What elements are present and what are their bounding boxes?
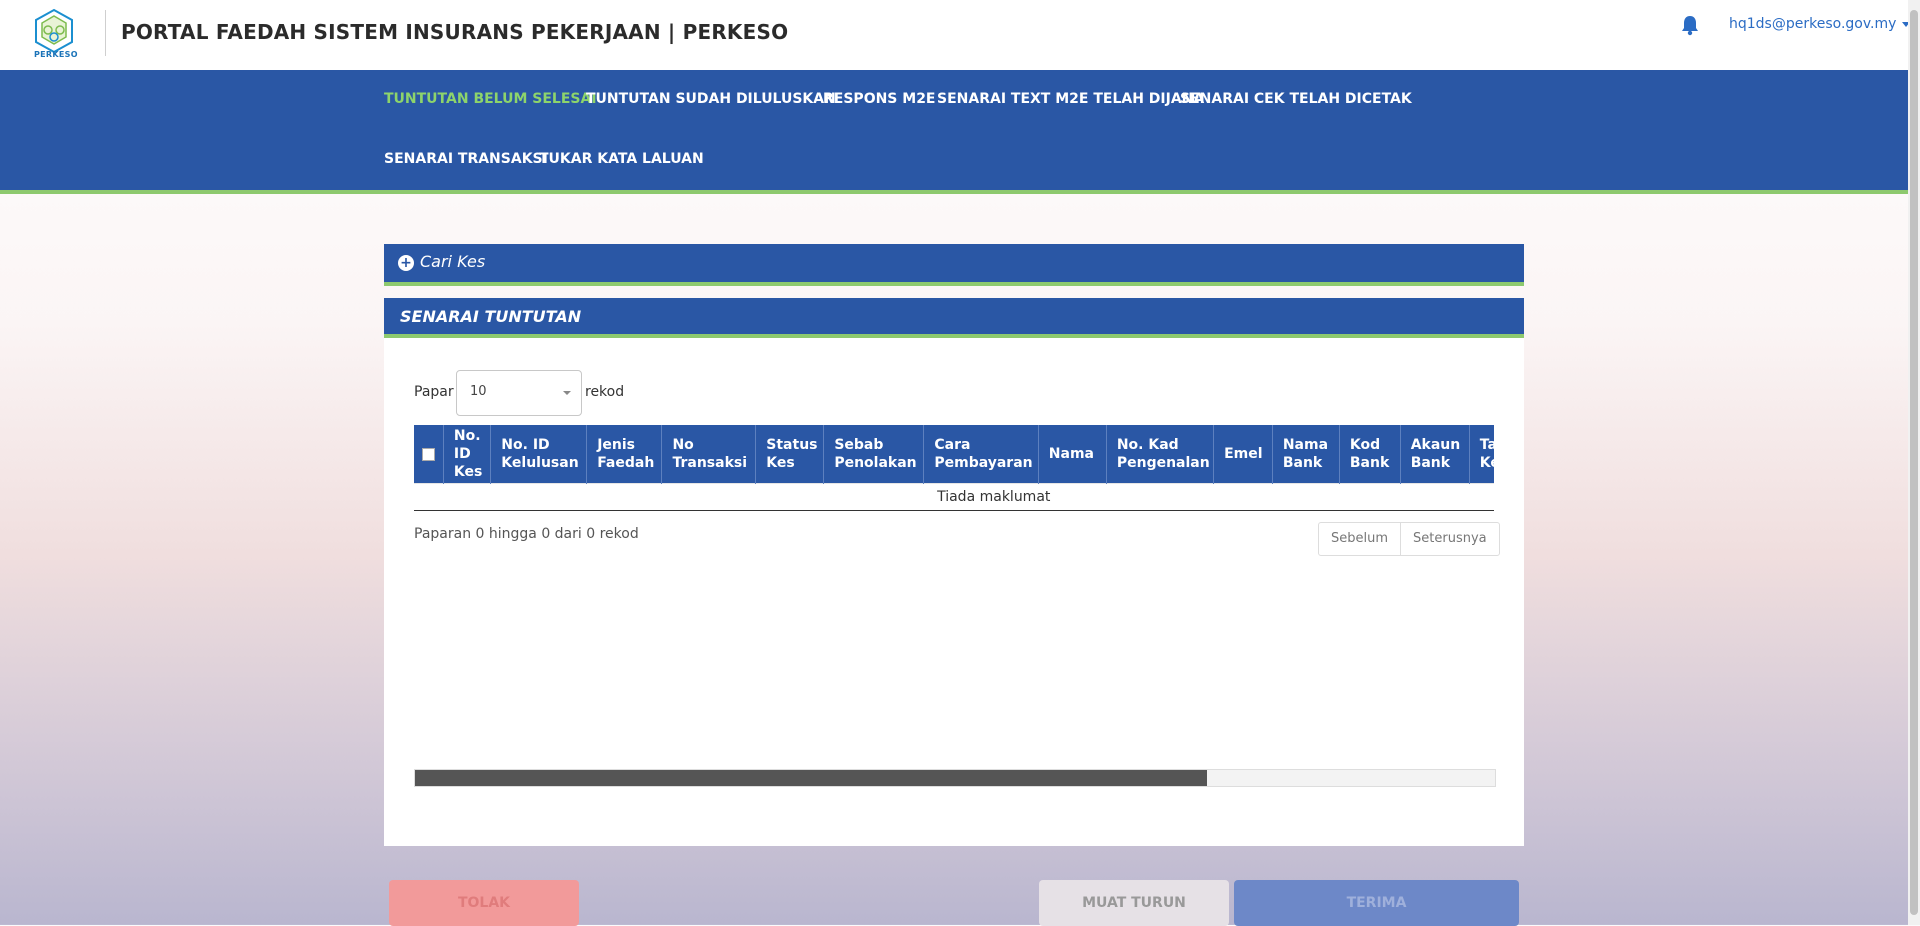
reject-button[interactable]: TOLAK <box>389 880 579 926</box>
page-vertical-scrollbar[interactable] <box>1908 0 1920 925</box>
vertical-scroll-thumb[interactable] <box>1910 10 1918 915</box>
select-all-header <box>414 425 444 484</box>
col-cara-pembayaran[interactable]: Cara Pembayaran <box>923 425 1039 484</box>
pagination: Sebelum Seterusnya <box>1318 522 1500 556</box>
search-panel-toggle[interactable]: + Cari Kes <box>384 244 1524 286</box>
horizontal-scroll-thumb[interactable] <box>415 770 1207 786</box>
col-no-id-kes[interactable]: No. ID Kes <box>443 425 492 484</box>
logo-text: PERKESO <box>34 50 78 59</box>
nav-item-senarai-transaksi[interactable]: SENARAI TRANSAKSI <box>384 151 548 167</box>
col-akaun-bank[interactable]: Akaun Bank <box>1400 425 1470 484</box>
col-nama[interactable]: Nama <box>1038 425 1107 484</box>
download-button[interactable]: MUAT TURUN <box>1039 880 1229 926</box>
claims-table-wrapper: No. ID Kes No. ID Kelulusan Jenis Faedah… <box>414 425 1494 511</box>
col-no-transaksi[interactable]: No Transaksi <box>661 425 757 484</box>
table-row: Tiada maklumat <box>414 483 1494 511</box>
nav-item-tuntutan-sudah-diluluskan[interactable]: TUNTUTAN SUDAH DILULUSKAN <box>586 91 836 107</box>
chevron-down-icon <box>563 391 571 395</box>
col-sebab-penolakan[interactable]: Sebab Penolakan <box>823 425 925 484</box>
col-nama-bank[interactable]: Nama Bank <box>1272 425 1340 484</box>
accept-button[interactable]: TERIMA <box>1234 880 1519 926</box>
list-panel: Papar 10 rekod No. ID Kes No. ID Kelulus… <box>384 338 1524 846</box>
page-title: PORTAL FAEDAH SISTEM INSURANS PEKERJAAN … <box>121 20 789 44</box>
col-no-id-kelulusan[interactable]: No. ID Kelulusan <box>490 425 588 484</box>
page-length-select[interactable]: 10 <box>456 370 582 416</box>
next-page-button[interactable]: Seterusnya <box>1400 523 1499 555</box>
col-status-kes[interactable]: Status Kes <box>755 425 825 484</box>
list-title: SENARAI TUNTUTAN <box>400 307 582 326</box>
user-email: hq1ds@perkeso.gov.my <box>1729 16 1897 32</box>
nav-item-senarai-text-m2e[interactable]: SENARAI TEXT M2E TELAH DIJANA <box>937 91 1204 107</box>
col-no-kad-pengenalan[interactable]: No. Kad Pengenalan <box>1106 425 1215 484</box>
col-tarikh-kelulusan[interactable]: Tarikh Kelulusan <box>1469 425 1494 484</box>
user-menu[interactable]: hq1ds@perkeso.gov.my <box>1729 16 1911 32</box>
nav-item-tukar-kata-laluan[interactable]: TUKAR KATA LALUAN <box>539 151 704 167</box>
previous-page-button[interactable]: Sebelum <box>1319 523 1400 555</box>
table-info: Paparan 0 hingga 0 dari 0 rekod <box>414 526 639 542</box>
page-length-value: 10 <box>470 384 487 399</box>
length-prefix: Papar <box>414 384 454 400</box>
notification-bell-icon[interactable] <box>1679 14 1701 36</box>
table-header-row: No. ID Kes No. ID Kelulusan Jenis Faedah… <box>414 425 1494 484</box>
header-bar: PERKESO PORTAL FAEDAH SISTEM INSURANS PE… <box>0 0 1920 70</box>
select-all-checkbox[interactable] <box>421 447 435 461</box>
col-kod-bank[interactable]: Kod Bank <box>1339 425 1401 484</box>
claims-table: No. ID Kes No. ID Kelulusan Jenis Faedah… <box>414 425 1494 511</box>
empty-table-message: Tiada maklumat <box>414 483 1494 511</box>
nav-item-senarai-cek[interactable]: SENARAI CEK TELAH DICETAK <box>1180 91 1412 107</box>
nav-item-respons-m2e[interactable]: RESPONS M2E <box>823 91 936 107</box>
table-horizontal-scrollbar[interactable] <box>414 769 1496 787</box>
col-emel[interactable]: Emel <box>1213 425 1273 484</box>
nav-item-tuntutan-belum-selesai[interactable]: TUNTUTAN BELUM SELESAI <box>384 91 597 107</box>
main-nav: TUNTUTAN BELUM SELESAI TUNTUTAN SUDAH DI… <box>0 70 1920 194</box>
search-panel-title: Cari Kes <box>420 252 486 271</box>
header-divider <box>105 10 106 56</box>
plus-circle-icon: + <box>398 255 414 271</box>
length-suffix: rekod <box>585 384 625 400</box>
list-header: SENARAI TUNTUTAN <box>384 298 1524 338</box>
col-jenis-faedah[interactable]: Jenis Faedah <box>586 425 663 484</box>
